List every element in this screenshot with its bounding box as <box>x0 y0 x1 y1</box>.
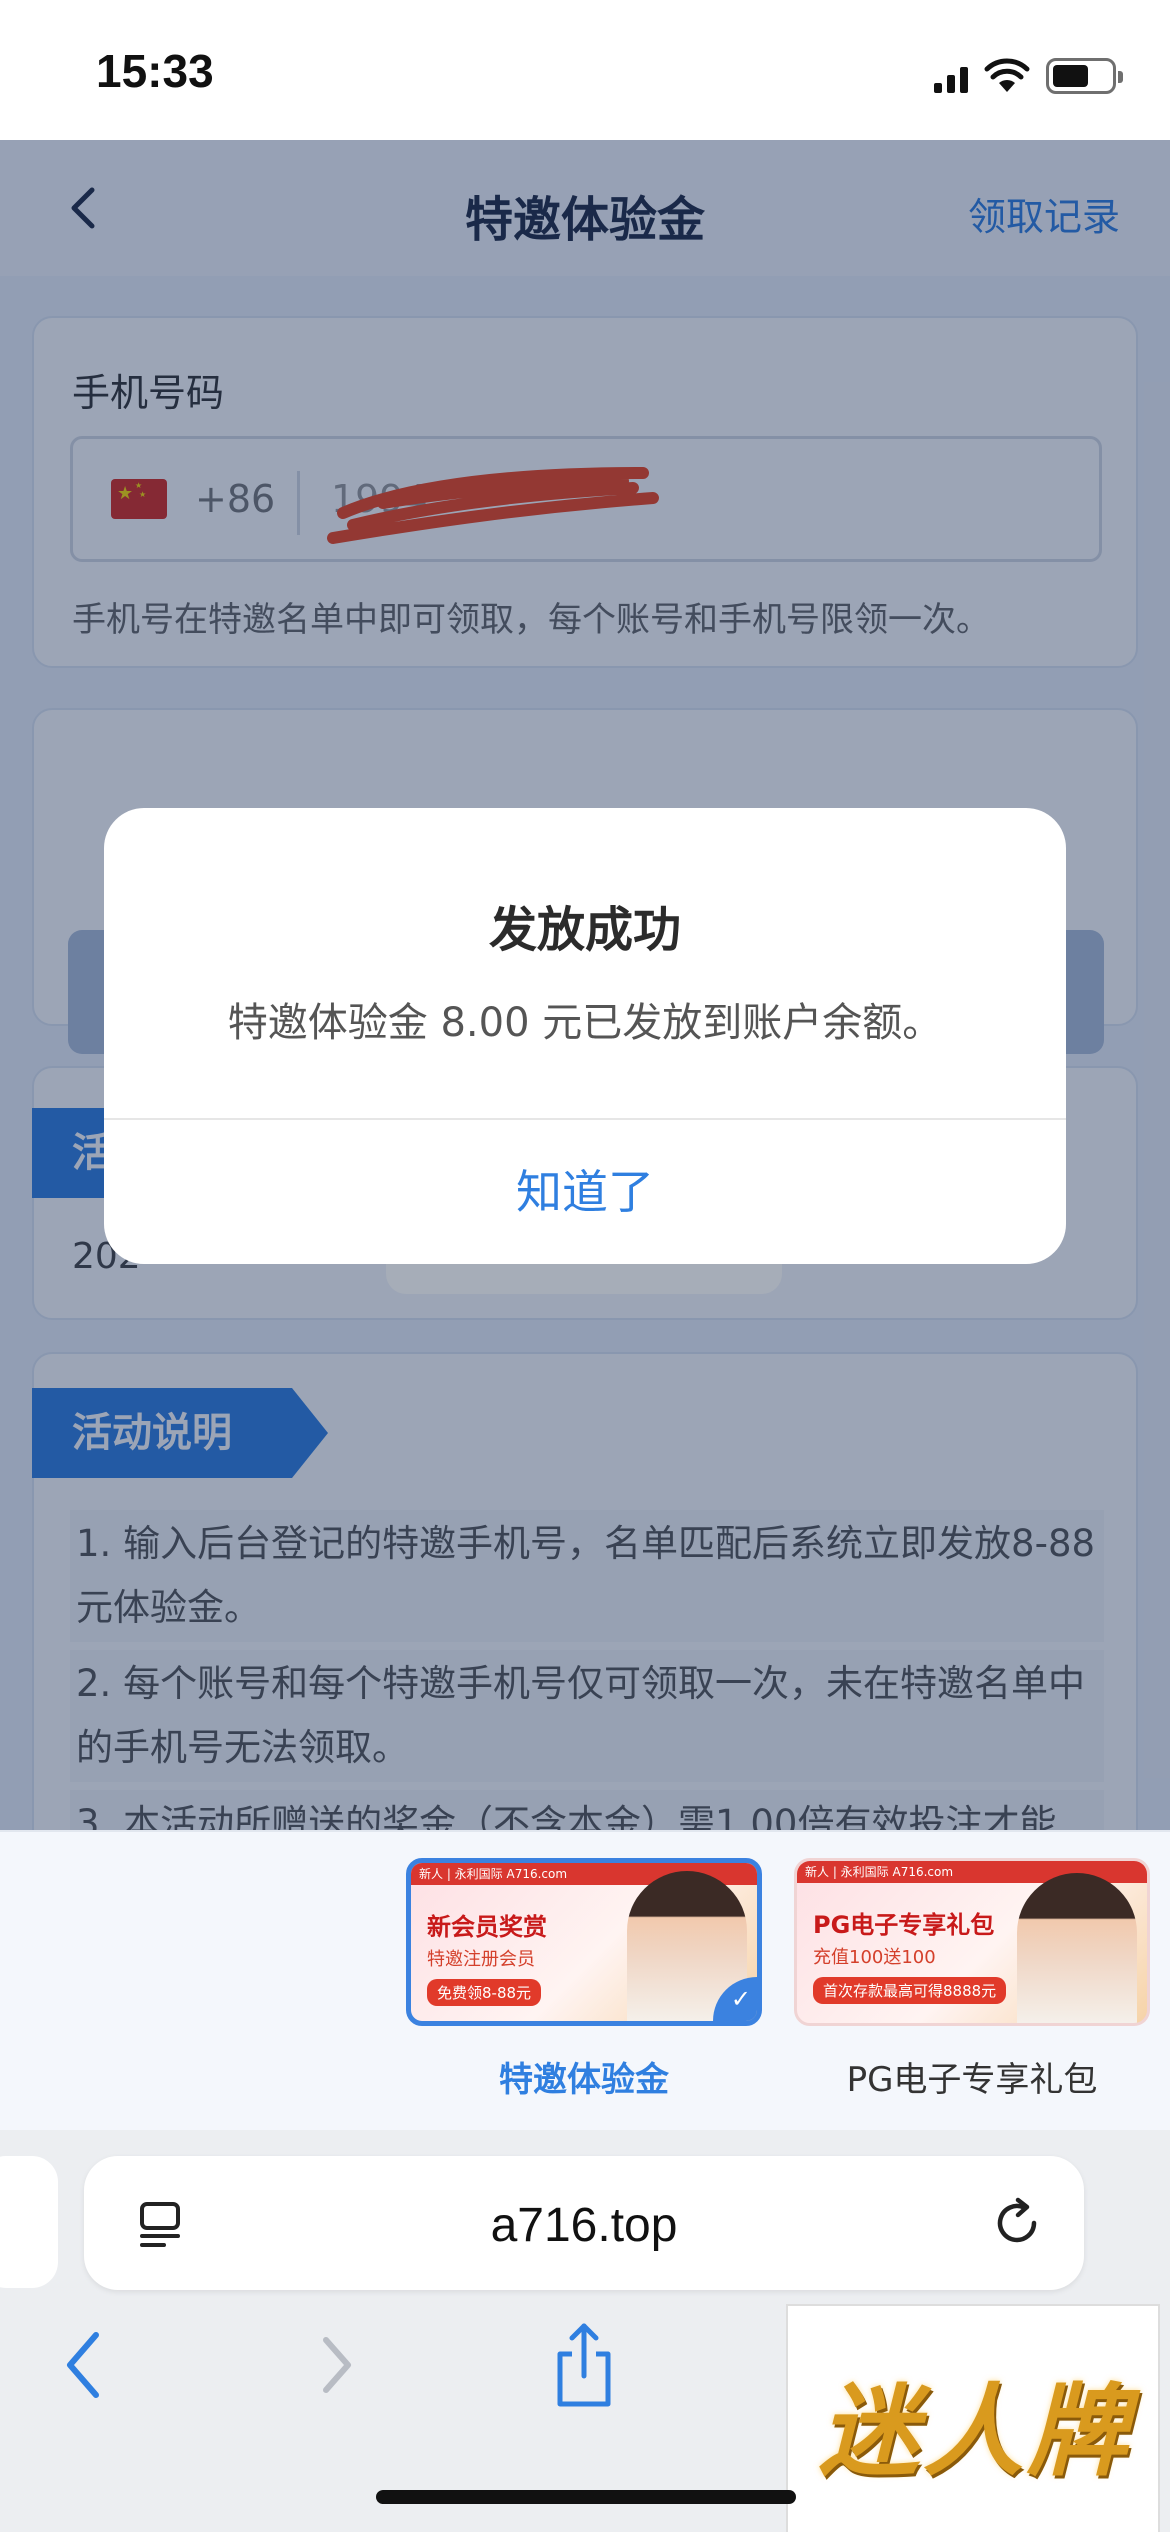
share-icon[interactable] <box>544 2320 624 2410</box>
promo-label-pg[interactable]: PG电子专享礼包 <box>782 2052 1162 2101</box>
wifi-icon <box>984 58 1030 92</box>
promo-headline: PG电子专享礼包 <box>813 1911 995 1939</box>
status-icons <box>934 54 1123 228</box>
promo-card-invite[interactable]: 新人 | 永利国际 A716.com 新会员奖赏 特邀注册会员 免费领8-88元… <box>406 1858 762 2026</box>
home-indicator[interactable] <box>376 2490 796 2504</box>
promo-pill: 免费领8-88元 <box>427 1979 542 2006</box>
cellular-signal-icon <box>934 59 968 228</box>
browser-toolbar: a716.top 迷人牌 <box>0 2130 1170 2532</box>
dialog-ok-button[interactable]: 知道了 <box>104 1120 1066 1264</box>
promo-subline: 特邀注册会员 <box>427 1949 535 1970</box>
status-time: 15:33 <box>96 45 214 97</box>
back-icon[interactable] <box>46 2320 126 2410</box>
forward-icon[interactable] <box>296 2320 376 2410</box>
promo-strip: 新人 | 永利国际 A716.com 新会员奖赏 特邀注册会员 免费领8-88元… <box>0 1830 1170 2130</box>
promo-label-invite[interactable]: 特邀体验金 <box>394 2052 774 2101</box>
promo-headline: 新会员奖赏 <box>427 1913 547 1941</box>
success-dialog: 发放成功 特邀体验金 8.00 元已发放到账户余额。 知道了 <box>104 808 1066 1264</box>
watermark-text: 迷人牌 <box>819 2373 1131 2490</box>
reload-icon[interactable] <box>988 2194 1046 2252</box>
promo-subline: 充值100送100 <box>813 1947 936 1968</box>
promo-model-image <box>1017 1873 1137 2023</box>
battery-icon <box>1046 58 1123 94</box>
dialog-message: 特邀体验金 8.00 元已发放到账户余额。 <box>227 1000 943 1046</box>
promo-pill: 首次存款最高可得8888元 <box>813 1977 1007 2004</box>
previous-tab-preview[interactable] <box>0 2156 58 2288</box>
status-bar: 15:33 <box>0 0 1170 228</box>
address-bar[interactable]: a716.top <box>84 2156 1084 2290</box>
watermark-logo: 迷人牌 <box>786 2304 1160 2532</box>
url-text[interactable]: a716.top <box>84 2198 1084 2253</box>
dialog-title: 发放成功 <box>488 902 681 958</box>
promo-card-pg[interactable]: 新人 | 永利国际 A716.com PG电子专享礼包 充值100送100 首次… <box>794 1858 1150 2026</box>
